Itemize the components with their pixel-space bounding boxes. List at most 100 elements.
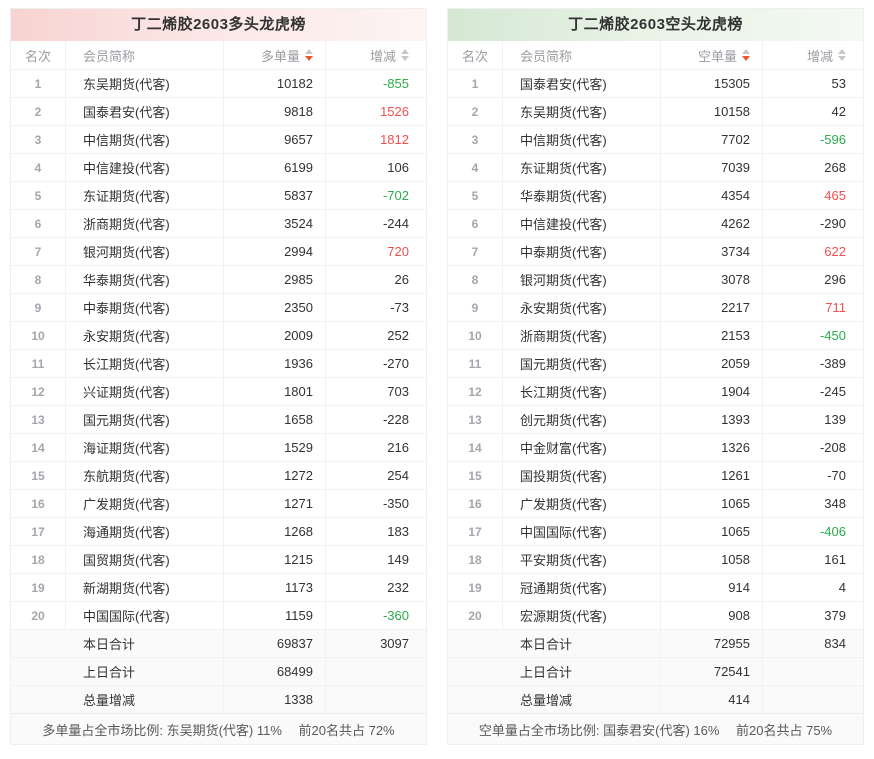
table-row: 6 中信建投(代客) 4262 -290 <box>448 209 863 237</box>
short-market-share-note: 空单量占全市场比例: 国泰君安(代客) 16% 前20名共占 75% <box>448 713 863 744</box>
member-name-cell: 国元期货(代客) <box>66 406 224 433</box>
volume-cell: 908 <box>661 602 763 629</box>
table-row: 3 中信期货(代客) 9657 1812 <box>11 125 426 153</box>
summary-row: 总量增减 1338 <box>11 685 426 713</box>
rank-cell: 5 <box>448 182 503 209</box>
change-cell: 149 <box>387 552 409 567</box>
volume-cell: 1268 <box>224 518 326 545</box>
member-name-cell: 中国国际(代客) <box>503 518 661 545</box>
volume-cell: 10182 <box>224 70 326 97</box>
dragon-tiger-board: 丁二烯胶2603多头龙虎榜 名次 会员简称 多单量 增减 1 东吴期货(代客) … <box>0 0 874 745</box>
rank-cell: 4 <box>448 154 503 181</box>
long-position-card: 丁二烯胶2603多头龙虎榜 名次 会员简称 多单量 增减 1 东吴期货(代客) … <box>10 8 427 745</box>
change-cell: 348 <box>824 496 846 511</box>
member-name-cell: 中信期货(代客) <box>66 126 224 153</box>
member-name-cell: 银河期货(代客) <box>66 238 224 265</box>
rank-cell: 20 <box>448 602 503 629</box>
change-cell: 139 <box>824 412 846 427</box>
table-row: 9 永安期货(代客) 2217 711 <box>448 293 863 321</box>
change-cell: 1526 <box>380 104 409 119</box>
table-row: 12 长江期货(代客) 1904 -245 <box>448 377 863 405</box>
rank-cell: 18 <box>448 546 503 573</box>
rank-cell: 1 <box>448 70 503 97</box>
change-cell: 161 <box>824 552 846 567</box>
change-cell: 216 <box>387 440 409 455</box>
rank-cell: 2 <box>448 98 503 125</box>
member-name-cell: 中金财富(代客) <box>503 434 661 461</box>
column-header-long-volume[interactable]: 多单量 <box>224 41 326 69</box>
member-name-cell: 广发期货(代客) <box>66 490 224 517</box>
rank-cell: 1 <box>11 70 66 97</box>
rank-cell: 2 <box>11 98 66 125</box>
summary-label: 本日合计 <box>66 630 224 657</box>
table-row: 13 创元期货(代客) 1393 139 <box>448 405 863 433</box>
volume-cell: 1261 <box>661 462 763 489</box>
rank-cell: 10 <box>11 322 66 349</box>
column-header-change[interactable]: 增减 <box>326 41 426 69</box>
rank-cell: 12 <box>448 378 503 405</box>
summary-rank-spacer <box>11 686 66 713</box>
long-market-share-note: 多单量占全市场比例: 东吴期货(代客) 11% 前20名共占 72% <box>11 713 426 744</box>
change-cell: -855 <box>382 76 409 91</box>
member-name-cell: 国泰君安(代客) <box>503 70 661 97</box>
rank-cell: 8 <box>448 266 503 293</box>
change-cell: 296 <box>824 272 846 287</box>
volume-cell: 1801 <box>224 378 326 405</box>
summary-rank-spacer <box>11 630 66 657</box>
table-row: 2 东吴期货(代客) 10158 42 <box>448 97 863 125</box>
table-row: 2 国泰君安(代客) 9818 1526 <box>11 97 426 125</box>
table-row: 20 宏源期货(代客) 908 379 <box>448 601 863 629</box>
summary-volume: 414 <box>661 686 763 713</box>
change-cell: -208 <box>819 440 846 455</box>
volume-cell: 1215 <box>224 546 326 573</box>
volume-cell: 3734 <box>661 238 763 265</box>
change-cell: -389 <box>819 356 846 371</box>
summary-change <box>326 686 426 713</box>
column-header-short-volume[interactable]: 空单量 <box>661 41 763 69</box>
table-row: 8 华泰期货(代客) 2985 26 <box>11 265 426 293</box>
table-row: 12 兴证期货(代客) 1801 703 <box>11 377 426 405</box>
table-row: 11 长江期货(代客) 1936 -270 <box>11 349 426 377</box>
summary-row: 本日合计 72955 834 <box>448 629 863 657</box>
change-cell: 106 <box>387 160 409 175</box>
volume-cell: 1326 <box>661 434 763 461</box>
rank-cell: 13 <box>11 406 66 433</box>
summary-label: 总量增减 <box>503 686 661 713</box>
table-row: 4 东证期货(代客) 7039 268 <box>448 153 863 181</box>
summary-row: 总量增减 414 <box>448 685 863 713</box>
volume-cell: 1658 <box>224 406 326 433</box>
sort-icon <box>401 49 409 61</box>
member-name-cell: 中信建投(代客) <box>66 154 224 181</box>
rank-cell: 9 <box>11 294 66 321</box>
rank-cell: 12 <box>11 378 66 405</box>
member-name-cell: 永安期货(代客) <box>503 294 661 321</box>
change-cell: 465 <box>824 188 846 203</box>
table-row: 16 广发期货(代客) 1271 -350 <box>11 489 426 517</box>
volume-cell: 15305 <box>661 70 763 97</box>
member-name-cell: 兴证期货(代客) <box>66 378 224 405</box>
table-row: 7 中泰期货(代客) 3734 622 <box>448 237 863 265</box>
rank-cell: 20 <box>11 602 66 629</box>
volume-cell: 2009 <box>224 322 326 349</box>
table-row: 1 东吴期货(代客) 10182 -855 <box>11 69 426 97</box>
volume-cell: 4354 <box>661 182 763 209</box>
volume-cell: 1904 <box>661 378 763 405</box>
rank-cell: 9 <box>448 294 503 321</box>
column-header-change[interactable]: 增减 <box>763 41 863 69</box>
summary-label: 本日合计 <box>503 630 661 657</box>
change-cell: 53 <box>831 76 846 91</box>
volume-cell: 9818 <box>224 98 326 125</box>
sort-icon <box>838 49 846 61</box>
volume-cell: 1936 <box>224 350 326 377</box>
change-cell: 268 <box>824 160 846 175</box>
summary-row: 上日合计 68499 <box>11 657 426 685</box>
table-row: 18 国贸期货(代客) 1215 149 <box>11 545 426 573</box>
sort-desc-active-icon <box>742 49 750 61</box>
summary-change <box>763 658 863 685</box>
rank-cell: 16 <box>11 490 66 517</box>
rank-cell: 11 <box>448 350 503 377</box>
change-cell: 183 <box>387 524 409 539</box>
member-name-cell: 海证期货(代客) <box>66 434 224 461</box>
member-name-cell: 长江期货(代客) <box>503 378 661 405</box>
table-row: 6 浙商期货(代客) 3524 -244 <box>11 209 426 237</box>
